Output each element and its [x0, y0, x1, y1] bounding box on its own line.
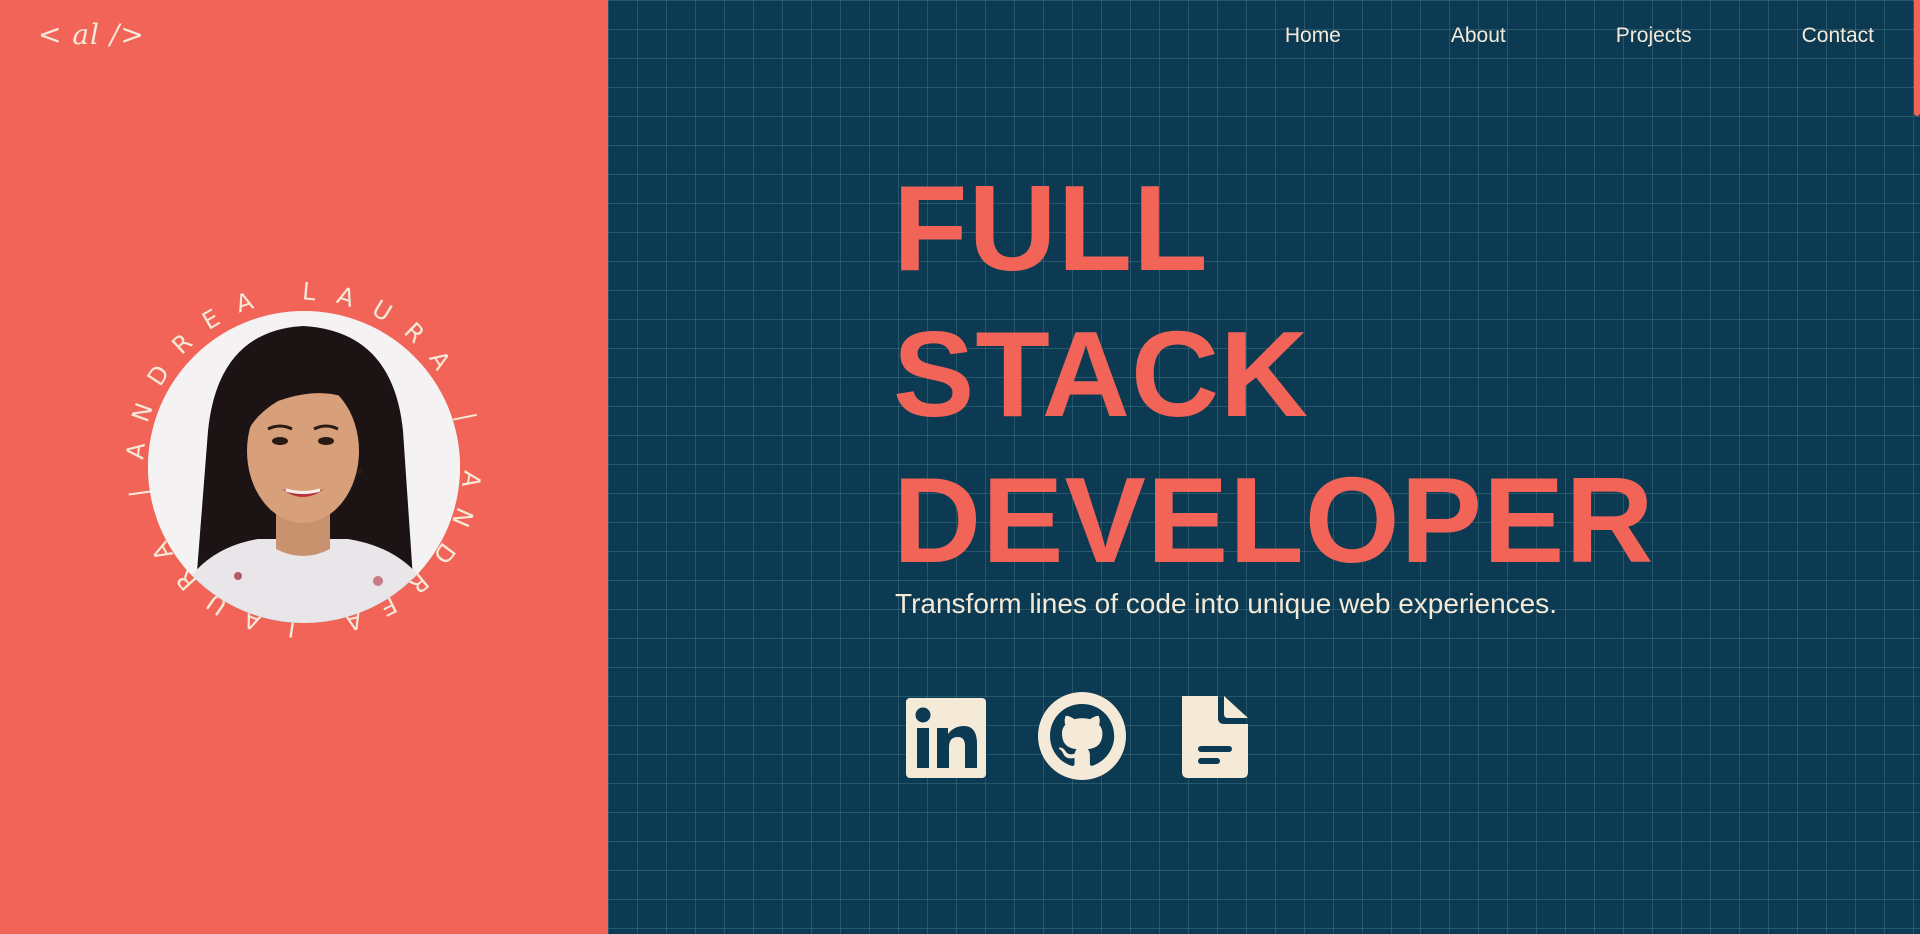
headline-line-3: DEVELOPER [893, 452, 1655, 588]
headline-line-2: STACK [893, 306, 1310, 442]
site-logo[interactable]: < al /> [38, 18, 145, 51]
hero-tagline: Transform lines of code into unique web … [895, 588, 1557, 619]
document-icon [1182, 696, 1248, 778]
nav-about[interactable]: About [1451, 24, 1506, 48]
nav-home[interactable]: Home [1285, 24, 1341, 48]
main-nav: Home About Projects Contact [1285, 24, 1874, 48]
headline-line-1: FULL [893, 160, 1209, 296]
hero-headline: FULL STACK DEVELOPER [893, 155, 1655, 593]
scrollbar[interactable] [1914, 0, 1920, 116]
resume-link[interactable] [1168, 690, 1260, 782]
github-icon [1038, 692, 1126, 780]
github-link[interactable] [1036, 690, 1128, 782]
social-links [904, 690, 1260, 782]
nav-projects[interactable]: Projects [1616, 24, 1692, 48]
linkedin-icon [906, 698, 986, 778]
profile-badge: ANDREA LAURA | ANDREA LAURA | [84, 240, 524, 680]
linkedin-link[interactable] [904, 690, 996, 782]
nav-contact[interactable]: Contact [1802, 24, 1874, 48]
left-panel: < al /> ANDREA LAURA | ANDREA LAURA | [0, 0, 608, 934]
portrait-image [148, 311, 460, 623]
profile-photo [148, 311, 460, 623]
